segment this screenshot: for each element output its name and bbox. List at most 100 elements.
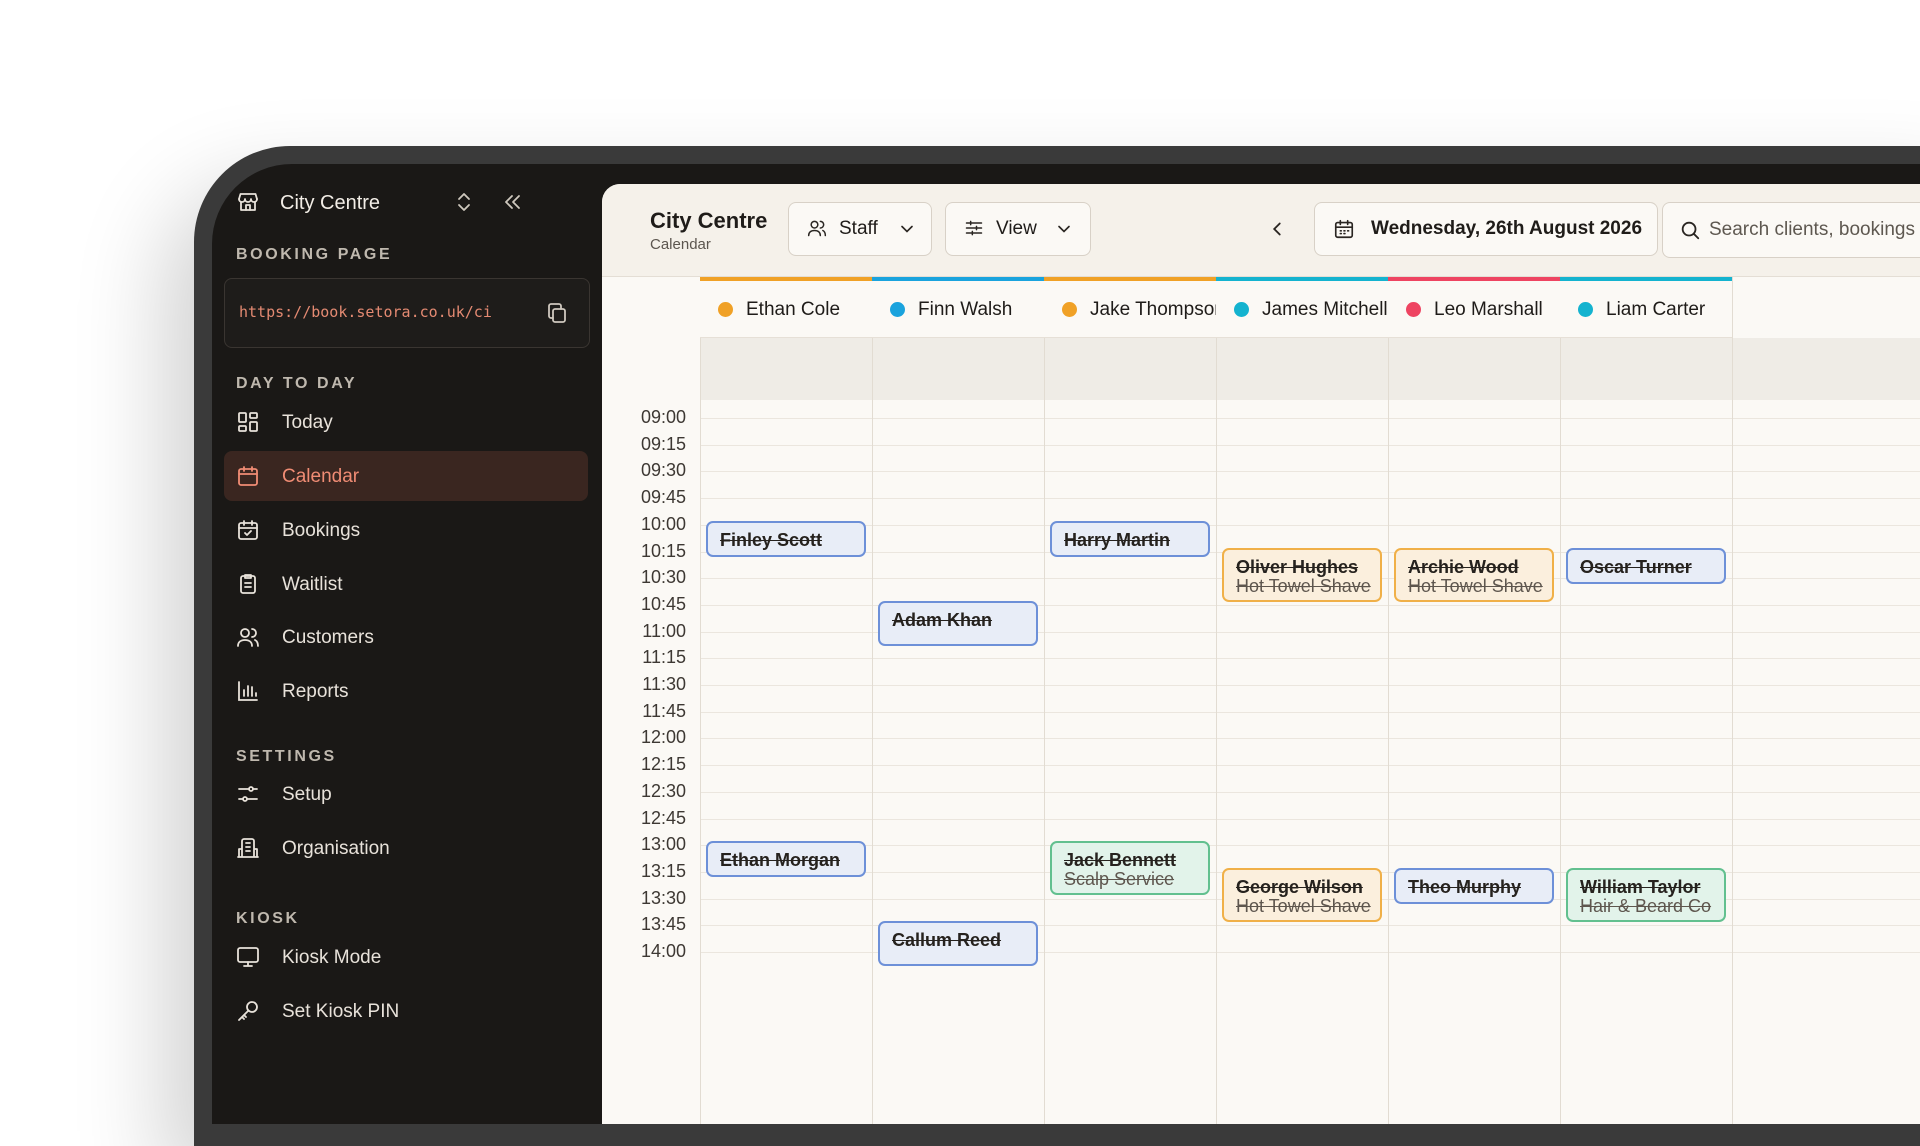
nav-kiosk-mode-label: Kiosk Mode	[282, 947, 382, 968]
staff-column-header[interactable]: Jake Thompson	[1044, 277, 1225, 338]
staff-name: Leo Marshall	[1434, 299, 1543, 320]
appointment-card[interactable]: Ethan Morgan	[706, 841, 866, 877]
appointment-card[interactable]: Finley Scott	[706, 521, 866, 557]
column-divider	[1216, 277, 1217, 1124]
nav-reports[interactable]: Reports	[224, 666, 588, 716]
nav-setup[interactable]: Setup	[224, 769, 588, 819]
sliders-icon	[236, 782, 260, 806]
appointment-card[interactable]: Oliver Hughes Hot Towel Shave	[1222, 548, 1382, 602]
staff-color-bar	[1216, 277, 1388, 281]
time-gridline	[700, 658, 1920, 659]
collapse-sidebar-icon[interactable]	[500, 190, 524, 214]
staff-color-dot	[718, 302, 733, 317]
staff-filter-button[interactable]: Staff	[788, 202, 932, 256]
time-label: 14:00	[640, 941, 686, 961]
nav-calendar[interactable]: Calendar	[224, 451, 588, 501]
nav-waitlist-label: Waitlist	[282, 574, 343, 595]
nav-bookings[interactable]: Bookings	[224, 505, 588, 555]
nav-set-kiosk-pin[interactable]: Set Kiosk PIN	[224, 986, 588, 1036]
appointment-client: Harry Martin	[1064, 530, 1171, 550]
calendar-grid: 09:00 09:15 09:30 09:45 10:00 10:15 10:30 10:45…	[602, 277, 1920, 1124]
appointment-client: George Wilson	[1236, 877, 1363, 897]
time-label: 13:00	[640, 834, 686, 854]
time-gridline	[700, 525, 1920, 526]
previous-day-icon[interactable]	[1266, 218, 1288, 240]
time-gridline	[700, 685, 1920, 686]
column-divider	[700, 277, 701, 1124]
nav-today[interactable]: Today	[224, 397, 588, 447]
appointment-service: Hot Towel Shave	[1236, 896, 1371, 916]
booking-page-label: BOOKING PAGE	[236, 246, 393, 263]
page-subtitle: Calendar	[650, 236, 711, 253]
time-label: 12:00	[640, 727, 686, 747]
nav-waitlist[interactable]: Waitlist	[224, 559, 588, 609]
appointment-card[interactable]: Archie Wood Hot Towel Shave	[1394, 548, 1554, 602]
copy-icon[interactable]	[545, 301, 569, 325]
search-box[interactable]: Search clients, bookings	[1662, 202, 1920, 258]
staff-name: Jake Thompson	[1090, 299, 1225, 320]
dashboard-icon	[236, 410, 260, 434]
appointment-card[interactable]: Jack Bennett Scalp Service	[1050, 841, 1210, 895]
clipboard-list-icon	[236, 572, 260, 596]
time-label: 10:45	[640, 594, 686, 614]
appointment-card[interactable]: Theo Murphy	[1394, 868, 1554, 904]
nav-kiosk-mode[interactable]: Kiosk Mode	[224, 932, 588, 982]
booking-url[interactable]: https://book.setora.co.uk/ci	[239, 303, 529, 321]
time-label: 11:30	[642, 674, 686, 694]
appointment-card[interactable]: George Wilson Hot Towel Shave	[1222, 868, 1382, 922]
time-label: 13:15	[640, 861, 686, 881]
time-gridline	[700, 712, 1920, 713]
staff-column-header[interactable]: Liam Carter	[1560, 277, 1732, 338]
chevrons-up-down-icon[interactable]	[452, 190, 476, 214]
nav-setup-label: Setup	[282, 784, 332, 805]
calendar-toolbar: City Centre Calendar Staff View Wednesda…	[602, 184, 1920, 277]
staff-column-header[interactable]: Leo Marshall	[1388, 277, 1560, 338]
staff-color-dot	[1062, 302, 1077, 317]
nav-reports-label: Reports	[282, 681, 349, 702]
staff-column-header[interactable]: James Mitchell	[1216, 277, 1388, 338]
appointment-client: Callum Reed	[892, 930, 1002, 950]
appointment-card[interactable]: Adam Khan	[878, 601, 1038, 646]
time-gridline	[700, 445, 1920, 446]
appointment-service: Hot Towel Shave	[1236, 576, 1371, 596]
appointment-card[interactable]: William Taylor Hair & Beard Co	[1566, 868, 1726, 922]
time-label: 11:15	[642, 647, 686, 667]
appointment-client: Adam Khan	[892, 610, 993, 630]
chevron-down-icon	[1054, 219, 1074, 239]
view-options-button[interactable]: View	[945, 202, 1091, 256]
column-divider	[1044, 277, 1045, 1124]
appointment-card[interactable]: Callum Reed	[878, 921, 1038, 966]
store-icon	[236, 190, 260, 214]
time-label: 09:30	[640, 460, 686, 480]
appointment-card[interactable]: Harry Martin	[1050, 521, 1210, 557]
nav-organisation[interactable]: Organisation	[224, 823, 588, 873]
column-divider	[1388, 277, 1389, 1124]
date-picker-button[interactable]: Wednesday, 26th August 2026	[1314, 202, 1658, 256]
time-gridline	[700, 738, 1920, 739]
calendar-icon	[1333, 218, 1355, 240]
nav-calendar-label: Calendar	[282, 466, 360, 487]
time-gridline	[700, 792, 1920, 793]
appointment-client: Theo Murphy	[1408, 877, 1521, 897]
staff-color-dot	[1234, 302, 1249, 317]
appointment-client: Ethan Morgan	[720, 850, 840, 870]
search-input[interactable]: Search clients, bookings	[1709, 219, 1915, 241]
time-label: 09:00	[640, 407, 686, 427]
time-gridline	[700, 471, 1920, 472]
staff-column-header[interactable]: Finn Walsh	[872, 277, 1044, 338]
date-label: Wednesday, 26th August 2026	[1371, 218, 1643, 239]
time-label: 12:45	[640, 808, 686, 828]
nav-customers[interactable]: Customers	[224, 612, 588, 662]
time-label: 11:00	[642, 621, 686, 641]
appointment-card[interactable]: Oscar Turner	[1566, 548, 1726, 584]
staff-column-header[interactable]: Ethan Cole	[700, 277, 872, 338]
appointment-client: Oscar Turner	[1580, 557, 1692, 577]
sidebar: City Centre BOOKING PAGE https://book.se…	[212, 164, 600, 1124]
staff-color-bar	[1388, 277, 1560, 281]
monitor-icon	[236, 945, 260, 969]
time-gridline	[700, 845, 1920, 846]
page-title: City Centre	[650, 208, 768, 233]
time-label: 10:30	[640, 567, 686, 587]
time-label: 12:30	[640, 781, 686, 801]
workspace-name[interactable]: City Centre	[280, 192, 380, 215]
